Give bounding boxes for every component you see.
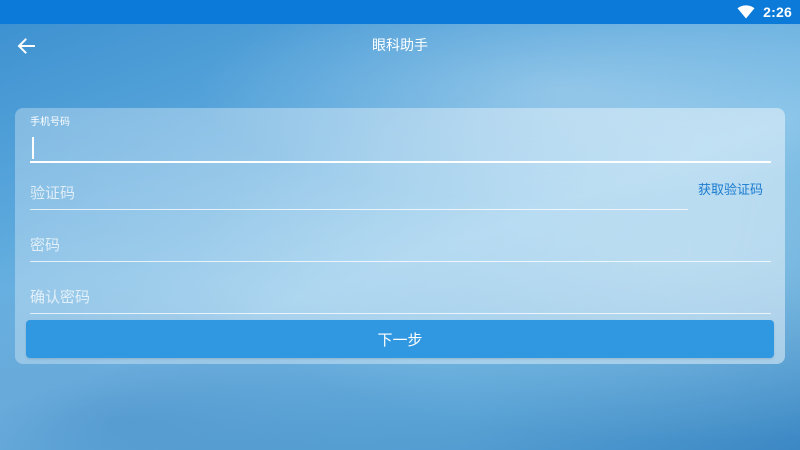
wifi-icon (737, 5, 755, 19)
back-button[interactable] (14, 35, 38, 57)
password-input[interactable] (30, 230, 771, 260)
status-bar: 2:26 (0, 0, 800, 24)
registration-form: 手机号码 获取验证码 下一步 (15, 108, 785, 364)
arrow-left-icon (17, 38, 35, 54)
verification-code-underline (30, 209, 688, 210)
confirm-password-field (30, 282, 771, 314)
password-field (30, 230, 771, 262)
phone-field: 手机号码 (30, 113, 771, 163)
phone-label: 手机号码 (30, 117, 70, 128)
status-time: 2:26 (763, 4, 792, 20)
verification-code-field (30, 178, 688, 210)
phone-input[interactable] (30, 133, 771, 157)
next-step-button[interactable]: 下一步 (26, 320, 774, 358)
password-underline (30, 261, 771, 262)
confirm-password-input[interactable] (30, 282, 771, 312)
text-cursor (32, 137, 34, 159)
app-bar: 眼科助手 (0, 24, 800, 68)
get-code-button[interactable]: 获取验证码 (698, 179, 763, 199)
verification-code-input[interactable] (30, 178, 688, 208)
confirm-password-underline (30, 313, 771, 314)
phone-underline (30, 161, 771, 163)
page-title: 眼科助手 (372, 38, 428, 54)
